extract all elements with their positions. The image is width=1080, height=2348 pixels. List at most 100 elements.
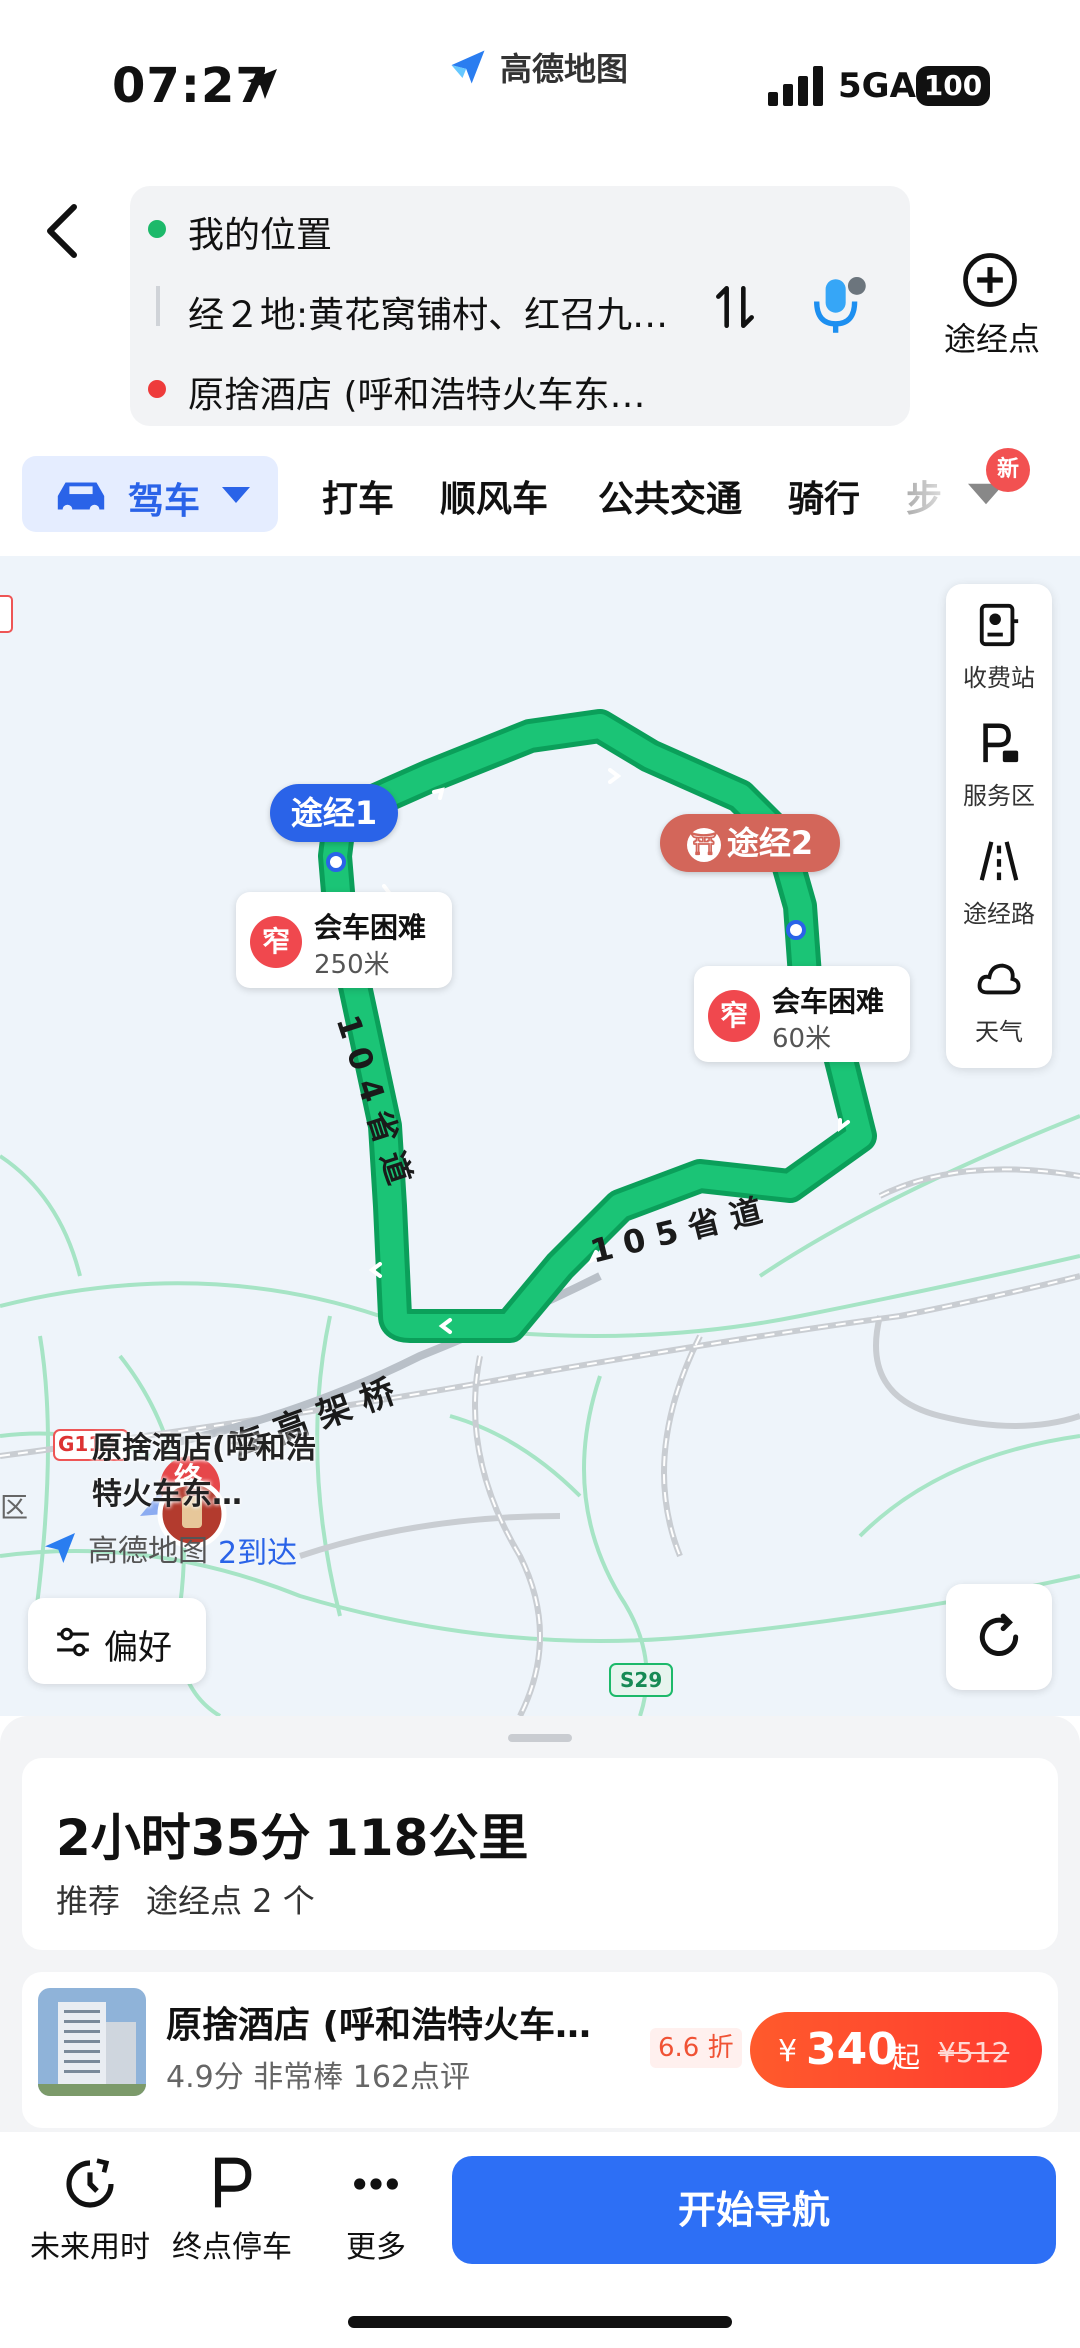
sheet-handle[interactable] (508, 1734, 572, 1742)
via-road-tool[interactable]: 途经路 (946, 820, 1052, 938)
tab-fade (890, 448, 970, 544)
hotel-name: 原捨酒店 (呼和浩特火车… (166, 2005, 591, 2046)
route-map[interactable]: 1 0 4 省 道 1 0 5 省 道 海 高 架 桥 G110 S29 区 终… (0, 556, 1080, 1716)
via-divider (156, 286, 160, 326)
tab-public-transit[interactable]: 公共交通 (598, 470, 742, 522)
parking-icon (214, 2157, 252, 2208)
tab-drive[interactable]: 驾车 (22, 456, 278, 532)
refresh-icon (979, 1613, 1019, 1656)
swap-icon[interactable] (710, 282, 760, 332)
map-logo-text: 高德地图 (88, 1534, 208, 1569)
future-time-button[interactable]: 未来用时 (20, 2156, 160, 2266)
price-suffix: 起 (892, 2041, 921, 2074)
location-arrow-icon (247, 69, 277, 99)
car-icon (57, 482, 105, 515)
more-dots-icon (354, 2178, 398, 2190)
route-distance: 118公里 (324, 1809, 529, 1867)
origin-field[interactable]: 我的位置 (188, 206, 332, 258)
price-amount: 340 (806, 2024, 898, 2075)
discount-badge: 6.6 折 (650, 2028, 742, 2068)
sliders-icon (57, 1627, 89, 1657)
service-area-icon (983, 723, 1019, 763)
route-summary-card[interactable]: 2小时35分 118公里 推荐 途经点 2 个 (22, 1758, 1058, 1950)
transport-mode-tabs: 驾车 打车 顺风车 公共交通 骑行 步 新 (0, 448, 1080, 544)
voice-input-icon[interactable] (810, 274, 868, 338)
warning-1-title: 会车困难 (314, 911, 427, 944)
map-logo: 高德地图 (40, 1526, 208, 1570)
warning-1-distance: 250米 (314, 950, 390, 980)
preference-button[interactable]: 偏好 (28, 1598, 206, 1684)
arrive-text: 2到达 (218, 1536, 298, 1571)
new-badge: 新 (986, 448, 1030, 492)
tab-carpool[interactable]: 顺风车 (440, 470, 548, 522)
status-app: 高德地图 (446, 44, 628, 90)
hotel-price-button[interactable]: ¥ 340 起 ¥512 (750, 2012, 1042, 2088)
route-input-box: 我的位置 经２地:黄花窝铺村、红召九… 原捨酒店 (呼和浩特火车东… (130, 186, 910, 426)
road-badge-s29: S29 (620, 1668, 663, 1692)
status-bar: 07:27 高德地图 5GA 100 (0, 0, 1080, 170)
chevron-down-icon (222, 487, 250, 503)
signal-icon (768, 66, 823, 106)
more-label: 更多 (346, 2230, 406, 2265)
network-type: 5GA (838, 66, 916, 106)
amap-logo-icon (45, 1533, 75, 1563)
service-area-tool[interactable]: 服务区 (946, 702, 1052, 820)
via-point-1-tag[interactable]: 途经1 (270, 784, 398, 842)
hotel-rating: 4.9分 非常棒 162点评 (166, 2060, 471, 2095)
destination-parking-label: 终点停车 (172, 2230, 292, 2265)
toll-station-label: 收费站 (963, 664, 1035, 692)
status-app-name: 高德地图 (500, 50, 629, 88)
add-via-icon[interactable] (962, 252, 1018, 308)
weather-label: 天气 (975, 1018, 1023, 1046)
battery-level: 100 (923, 69, 983, 102)
future-time-label: 未来用时 (30, 2230, 150, 2265)
destination-parking-button[interactable]: 终点停车 (162, 2156, 302, 2266)
bottom-action-bar: 未来用时 终点停车 更多 开始导航 (0, 2132, 1080, 2348)
battery-icon: 100 (916, 66, 990, 106)
home-indicator[interactable] (348, 2316, 732, 2328)
amap-logo-icon (451, 50, 485, 84)
route-via-count: 途经点 2 个 (146, 1882, 315, 1920)
district-label: 区 (0, 1491, 29, 1524)
via-road-icon (979, 841, 1019, 881)
back-button[interactable] (38, 198, 86, 264)
warning-2-title: 会车困难 (772, 985, 885, 1018)
add-via-label[interactable]: 途经点 (940, 314, 1044, 360)
start-navigation-button[interactable]: 开始导航 (452, 2156, 1056, 2264)
hotel-building-image (38, 1988, 146, 2096)
warning-2-distance: 60米 (772, 1024, 832, 1054)
hotel-image (38, 1988, 146, 2096)
via-point-2-tag[interactable]: ⛩ 途经2 (660, 814, 840, 872)
tab-taxi[interactable]: 打车 (322, 470, 394, 522)
toll-gate-icon: ⛩ (686, 828, 721, 862)
toll-station-tool[interactable]: 收费站 (946, 584, 1052, 702)
refresh-button[interactable] (946, 1584, 1052, 1690)
origin-dot-icon (148, 220, 166, 238)
route-tag: 推荐 (56, 1882, 121, 1920)
service-area-label: 服务区 (963, 782, 1035, 810)
weather-tool[interactable]: 天气 (946, 938, 1052, 1056)
clock-icon (66, 2158, 114, 2208)
destination-field[interactable]: 原捨酒店 (呼和浩特火车东… (188, 366, 646, 418)
preference-label: 偏好 (104, 1628, 172, 1668)
via-point-1-label: 途经1 (290, 794, 378, 832)
destination-map-label: 原捨酒店(呼和浩特火车东… (92, 1431, 316, 1512)
tab-drive-label: 驾车 (128, 481, 201, 522)
toll-station-icon (979, 603, 1019, 647)
tab-cycling[interactable]: 骑行 (788, 470, 860, 522)
weather-icon (977, 963, 1021, 995)
waypoints-field[interactable]: 经２地:黄花窝铺村、红召九… (188, 286, 668, 338)
via-road-label: 途经路 (963, 900, 1035, 928)
map-tools-panel: 收费站 服务区 途经路 天气 (946, 584, 1052, 1068)
more-button[interactable]: 更多 (306, 2156, 446, 2266)
route-duration: 2小时35分 (56, 1809, 311, 1867)
price-currency: ¥ (778, 2034, 798, 2069)
warning-card-1[interactable]: 窄 会车困难 250米 (236, 892, 452, 988)
original-price: ¥512 (938, 2036, 1010, 2069)
hotel-card[interactable]: 原捨酒店 (呼和浩特火车… 4.9分 非常棒 162点评 6.6 折 ¥ 340… (22, 1972, 1058, 2128)
warning-card-2[interactable]: 窄 会车困难 60米 (694, 966, 910, 1062)
via-point-2-label: 途经2 (726, 824, 814, 862)
narrow-road-icon: 窄 (250, 916, 302, 968)
narrow-road-icon: 窄 (708, 990, 760, 1042)
destination-dot-icon (148, 380, 166, 398)
